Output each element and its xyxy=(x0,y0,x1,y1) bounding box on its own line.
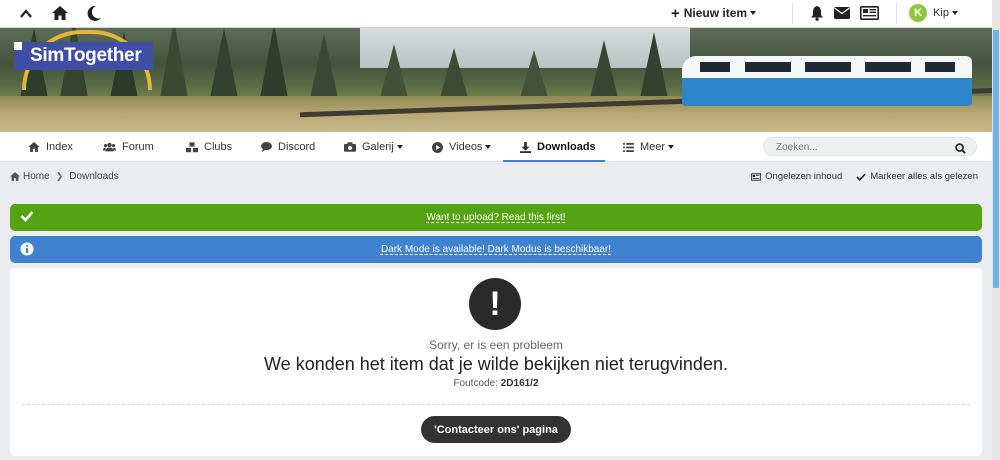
menu-icon xyxy=(623,142,634,152)
logo-text: SimTogether xyxy=(30,45,142,66)
logo-mark xyxy=(14,42,22,50)
chevron-right-icon: ❯ xyxy=(55,171,64,181)
banner-tree xyxy=(260,28,288,98)
nav-label: Videos xyxy=(449,141,483,153)
download-icon xyxy=(520,141,531,153)
caret-down-icon xyxy=(750,11,757,15)
nav-label: Index xyxy=(46,141,73,153)
nav-item-clubs[interactable]: Clubs xyxy=(186,132,232,162)
caret-down-icon xyxy=(396,145,403,149)
banner-tree xyxy=(640,32,668,98)
search-input[interactable] xyxy=(776,140,946,154)
error-code-line: Foutcode: 2D161/2 xyxy=(10,378,982,389)
nav-item-galerij[interactable]: Galerij xyxy=(344,132,403,162)
nav-item-forum[interactable]: Forum xyxy=(103,132,154,162)
breadcrumb-actions: Ongelezen inhoud Markeer alles als gelez… xyxy=(751,171,978,182)
caret-down-icon xyxy=(668,145,675,149)
active-tab-indicator xyxy=(503,160,605,162)
newspaper-icon[interactable] xyxy=(860,6,880,20)
nav-item-meer[interactable]: Meer xyxy=(623,132,675,162)
caret-down-icon xyxy=(485,145,492,149)
mark-all-read-link[interactable]: Markeer alles als gelezen xyxy=(856,171,978,182)
home-icon xyxy=(10,172,20,181)
cubes-icon xyxy=(186,141,198,152)
train-window xyxy=(745,62,791,72)
plus-icon: + xyxy=(670,4,680,22)
caret-down-icon xyxy=(952,11,958,15)
upload-alert: Want to upload? Read this first! xyxy=(10,204,982,231)
username: Kip xyxy=(933,7,949,19)
camera-icon xyxy=(344,142,356,152)
train-window xyxy=(925,62,955,72)
newspaper-icon xyxy=(751,172,762,181)
exclamation-icon: ! xyxy=(469,278,521,330)
nav-item-index[interactable]: Index xyxy=(28,132,73,162)
check-icon xyxy=(20,210,34,225)
breadcrumb-home-label: Home xyxy=(23,171,50,182)
error-code: 2D161/2 xyxy=(500,378,539,389)
avatar: K xyxy=(909,4,928,22)
divider xyxy=(792,2,794,24)
contact-us-button[interactable]: 'Contacteer ons' pagina xyxy=(421,416,571,443)
train-window xyxy=(700,62,730,72)
nav-label: Discord xyxy=(278,141,316,153)
bell-icon[interactable] xyxy=(810,5,824,21)
error-title: We konden het item dat je wilde bekijken… xyxy=(264,354,728,374)
nav-label: Meer xyxy=(640,141,666,153)
train-window xyxy=(865,62,911,72)
search-icon[interactable] xyxy=(955,141,966,159)
nav-item-videos[interactable]: Videos xyxy=(432,132,492,162)
mark-all-read-label: Markeer alles als gelezen xyxy=(870,171,978,182)
nav-item-downloads[interactable]: Downloads xyxy=(520,132,596,162)
home-icon xyxy=(28,142,40,152)
nav-label: Galerij xyxy=(362,141,394,153)
nav-label: Clubs xyxy=(204,141,233,153)
train-window xyxy=(805,62,851,72)
header-banner: SimTogether xyxy=(0,28,992,132)
banner-tree xyxy=(210,28,238,98)
banner-tree xyxy=(440,48,468,98)
search-box[interactable] xyxy=(763,137,977,156)
banner-tree xyxy=(380,44,408,98)
chat-icon xyxy=(261,142,272,152)
breadcrumb-downloads[interactable]: Downloads xyxy=(69,171,118,182)
nav-label: Forum xyxy=(122,141,154,153)
envelope-icon[interactable] xyxy=(834,7,851,19)
error-panel: ! Sorry, er is een probleem We konden he… xyxy=(10,268,982,456)
error-code-label: Foutcode: xyxy=(453,378,498,389)
play-icon xyxy=(432,141,443,153)
home-icon[interactable] xyxy=(50,3,70,23)
check-icon xyxy=(856,173,866,181)
scrollbar[interactable] xyxy=(992,0,1000,460)
user-menu[interactable]: K Kip xyxy=(909,4,958,22)
moon-icon[interactable] xyxy=(84,3,104,23)
banner-tree xyxy=(310,34,338,98)
divider xyxy=(22,404,970,405)
divider xyxy=(896,2,898,24)
breadcrumb-home[interactable]: Home xyxy=(10,171,50,182)
darkmode-alert-link[interactable]: Dark Mode is available! Dark Modus is be… xyxy=(381,244,611,255)
breadcrumb: Home ❯ Downloads xyxy=(10,171,119,182)
banner-tree xyxy=(590,40,618,98)
unread-content-label: Ongelezen inhoud xyxy=(765,171,843,182)
site-logo[interactable]: SimTogether xyxy=(14,42,153,70)
info-icon xyxy=(20,242,34,259)
scrollbar-thumb[interactable] xyxy=(993,30,999,288)
nav-item-discord[interactable]: Discord xyxy=(261,132,315,162)
chevron-up-icon[interactable] xyxy=(16,3,36,23)
unread-content-link[interactable]: Ongelezen inhoud xyxy=(751,171,842,182)
banner-tree xyxy=(520,50,548,98)
users-icon xyxy=(103,142,116,152)
banner-tree xyxy=(160,28,188,98)
error-subtitle: Sorry, er is een probleem xyxy=(429,338,563,352)
nav-label: Downloads xyxy=(537,141,596,153)
upload-alert-link[interactable]: Want to upload? Read this first! xyxy=(426,212,565,223)
new-item-label: Nieuw item xyxy=(683,6,748,20)
top-bar: + Nieuw item K Kip xyxy=(0,0,1000,28)
darkmode-alert: Dark Mode is available! Dark Modus is be… xyxy=(10,236,982,263)
new-item-button[interactable]: + Nieuw item xyxy=(670,4,757,22)
